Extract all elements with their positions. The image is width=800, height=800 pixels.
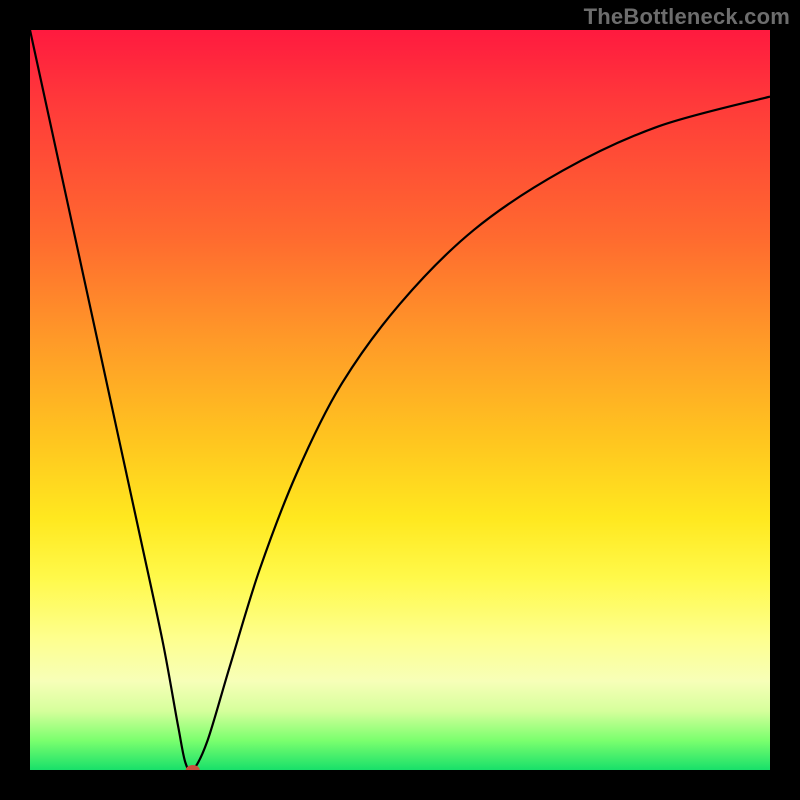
curve-layer — [30, 30, 770, 770]
plot-area — [30, 30, 770, 770]
optimal-point-marker — [186, 765, 200, 770]
chart-frame: TheBottleneck.com — [0, 0, 800, 800]
bottleneck-curve-path — [30, 30, 770, 770]
watermark-text: TheBottleneck.com — [584, 4, 790, 30]
